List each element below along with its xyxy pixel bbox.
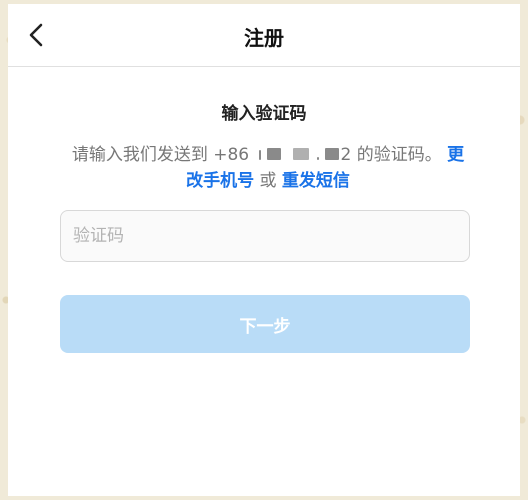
description-prefix: 请输入我们发送到 +86 (71, 145, 250, 165)
nav-bar: 注册 (8, 4, 520, 67)
or-text: 或 (259, 171, 277, 191)
signup-panel: 注册 输入验证码 请输入我们发送到 +86 2 的验证码。 更改手机号 或 重发… (8, 4, 520, 496)
section-heading: 输入验证码 (221, 104, 307, 124)
phone-tail: 2 (340, 145, 352, 165)
description-suffix: 的验证码。 (356, 145, 442, 165)
masked-phone-number (255, 147, 341, 161)
verification-code-input[interactable] (60, 210, 470, 262)
next-button[interactable]: 下一步 (60, 295, 470, 353)
resend-sms-link[interactable]: 重发短信 (282, 171, 350, 191)
verification-description: 请输入我们发送到 +86 2 的验证码。 更改手机号 或 重发短信 (68, 142, 468, 194)
page-title: 注册 (244, 26, 284, 50)
